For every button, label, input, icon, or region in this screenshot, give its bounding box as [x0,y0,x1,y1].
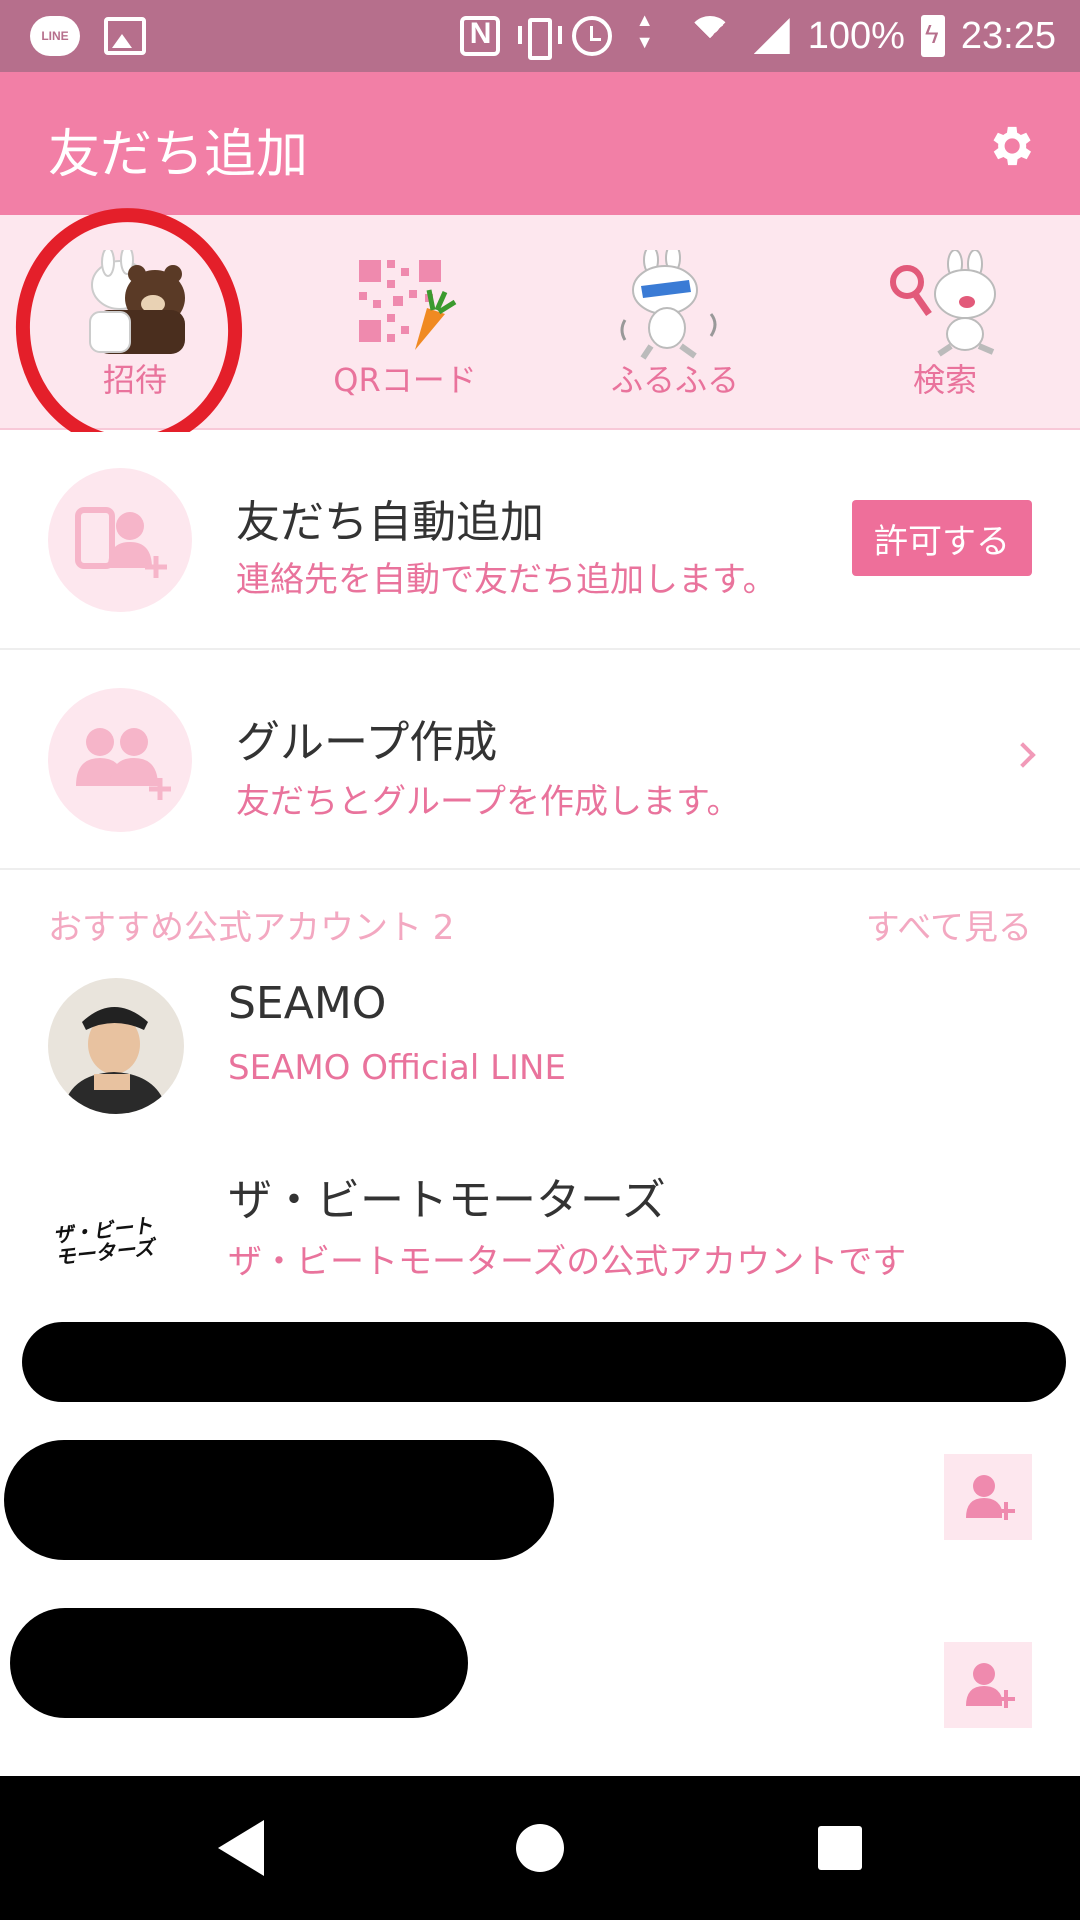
gear-icon[interactable] [984,120,1036,172]
account-name: SEAMO [228,978,387,1029]
group-add-icon [76,728,171,800]
phone-add-user-icon [75,507,167,578]
redaction-bar [22,1322,1066,1402]
cell-signal-icon [752,16,792,56]
data-transfer-icon [628,10,668,56]
system-nav-bar [0,1776,1080,1920]
create-group-row[interactable]: グループ作成 友だちとグループを作成します。 [0,652,1080,870]
vibrate-icon [516,16,562,60]
alarm-icon [571,16,612,56]
recent-apps-icon[interactable] [818,1826,862,1870]
app-header: 友だち追加 [0,72,1080,215]
back-icon[interactable] [218,1820,264,1876]
wifi-icon [684,16,736,56]
line-notification-icon: LINE [30,16,80,56]
official-account-item[interactable]: ザ・ビート モーターズ ザ・ビートモーターズ ザ・ビートモーターズの公式アカウン… [0,1146,1080,1326]
status-bar: LINE 100% 23:25 [0,0,1080,72]
tab-search-label: 検索 [912,361,977,399]
account-description: SEAMO Official LINE [228,1048,566,1088]
band-logo-text: ザ・ビート モーターズ [51,1213,156,1270]
avatar-logo: ザ・ビート モーターズ [48,1164,184,1300]
nfc-icon [459,16,500,56]
battery-percent: 100% [807,14,905,57]
add-friend-button[interactable] [944,1642,1032,1728]
tab-qr-code[interactable]: QRコード [270,215,540,428]
account-name: ザ・ビートモーターズ [228,1175,666,1226]
auto-add-subtitle: 連絡先を自動で友だち追加します。 [236,560,777,600]
add-user-icon [966,1475,1015,1520]
tab-shake[interactable]: ふるふる [540,215,810,428]
recommended-header: おすすめ公式アカウント 2 すべて見る [0,872,1080,972]
redaction-bar [10,1608,468,1718]
recommended-heading: おすすめ公式アカウント 2 [48,908,455,948]
home-icon[interactable] [516,1824,564,1872]
clock: 23:25 [960,14,1056,57]
page-title: 友だち追加 [48,125,309,185]
create-group-subtitle: 友だちとグループを作成します。 [236,782,741,822]
auto-add-icon-circle [48,468,192,612]
tab-search[interactable]: 検索 [810,215,1080,428]
auto-add-friends-row: 友だち自動追加 連絡先を自動で友だち追加します。 許可する [0,432,1080,650]
line-badge-text: LINE [41,29,69,43]
qr-carrot-icon [359,260,457,350]
official-account-item[interactable]: SEAMO SEAMO Official LINE [0,960,1080,1140]
create-group-title: グループ作成 [236,717,498,768]
battery-charging-icon [920,15,945,57]
shake-bunny-icon [620,250,717,360]
tab-qr-code-label: QRコード [333,361,477,399]
search-bunny-icon [890,250,996,357]
add-friend-button[interactable] [944,1454,1032,1540]
group-icon-circle [48,688,192,832]
auto-add-title: 友だち自動追加 [236,497,544,548]
allow-button[interactable]: 許可する [852,500,1032,576]
tab-shake-label: ふるふる [610,361,739,399]
redaction-bar [4,1440,554,1560]
gallery-notification-icon [104,17,146,55]
avatar [48,978,184,1114]
see-all-link[interactable]: すべて見る [866,900,1032,949]
chevron-right-icon [1010,742,1036,768]
add-user-icon [966,1663,1015,1708]
account-description: ザ・ビートモーターズの公式アカウントです [228,1242,907,1282]
